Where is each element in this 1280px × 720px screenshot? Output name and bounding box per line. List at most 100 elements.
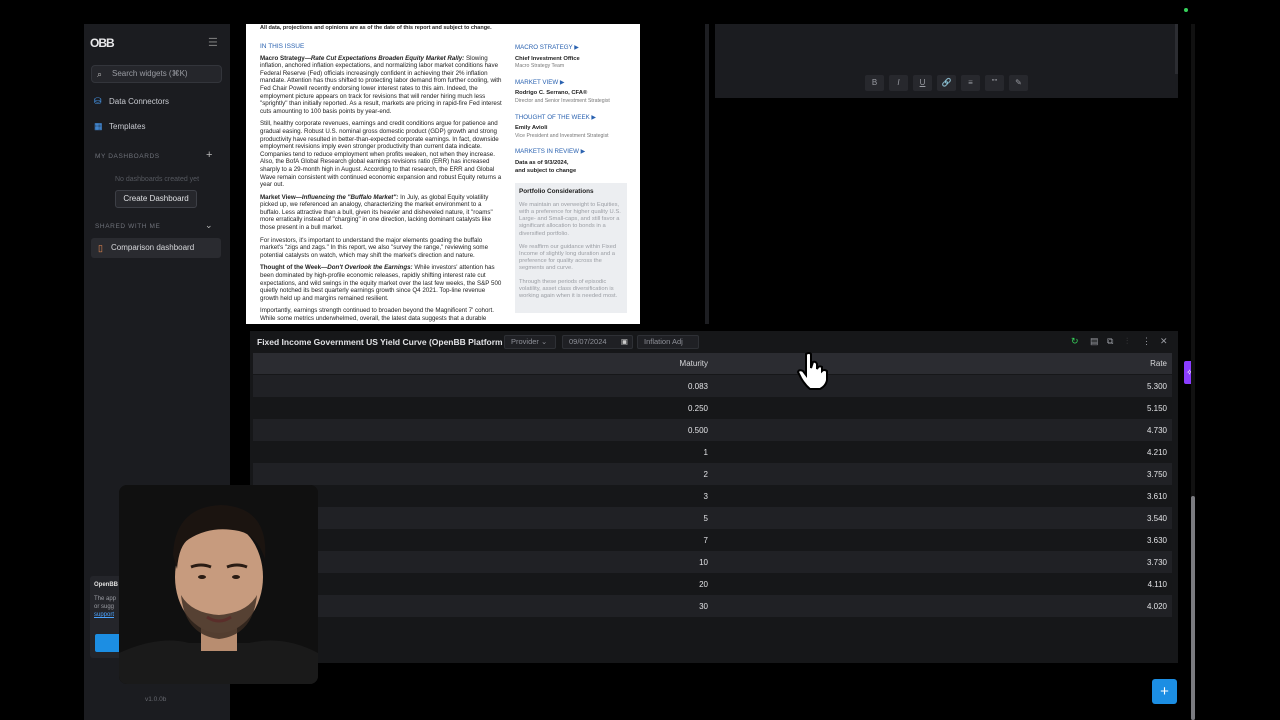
bold-button[interactable]: B bbox=[865, 75, 884, 91]
add-widget-button[interactable]: + bbox=[1152, 679, 1177, 704]
notice-text: The app or sugg bbox=[94, 596, 117, 610]
person-in-webcam bbox=[119, 485, 318, 684]
support-link[interactable]: support bbox=[94, 612, 114, 618]
openbb-logo[interactable]: OBB bbox=[90, 36, 115, 50]
close-icon[interactable]: ✕ bbox=[1160, 336, 1168, 347]
copy-icon[interactable]: ⧉ bbox=[1107, 336, 1113, 347]
rate-cell: 4.110 bbox=[1147, 580, 1167, 589]
provider-select[interactable]: Provider ⌄ bbox=[504, 335, 556, 349]
table-row[interactable]: 7 3.630 bbox=[253, 529, 1172, 551]
templates-icon: ▦ bbox=[94, 121, 103, 131]
nav-data-connectors[interactable]: ⛁ Data Connectors bbox=[94, 94, 169, 108]
maturity-cell: 0.250 bbox=[687, 404, 708, 413]
author-role: Vice President and Investment Strategist bbox=[515, 132, 609, 139]
more-icon[interactable]: ⋮ bbox=[1142, 336, 1151, 347]
rate-cell: 3.630 bbox=[1146, 536, 1167, 545]
author-name: Emily Avioli bbox=[515, 125, 548, 132]
notice-title: OpenBB bbox=[94, 582, 118, 588]
section-link[interactable]: THOUGHT OF THE WEEK ▶ bbox=[515, 114, 627, 122]
rate-cell: 4.210 bbox=[1146, 448, 1167, 457]
italic-button[interactable]: I bbox=[889, 75, 908, 91]
report-paragraph: For investors, it's important to underst… bbox=[260, 236, 489, 259]
search-widgets-input[interactable]: ⌕ Search widgets (⌘K) bbox=[91, 65, 222, 83]
yield-curve-widget: Fixed Income Government US Yield Curve (… bbox=[250, 331, 1178, 663]
shared-with-me-heading: SHARED WITH ME bbox=[95, 223, 161, 230]
create-dashboard-button[interactable]: Create Dashboard bbox=[115, 190, 197, 208]
page-scrollbar-thumb[interactable] bbox=[1191, 496, 1195, 720]
page-scrollbar[interactable] bbox=[1191, 24, 1195, 720]
report-paragraph: Thought of the Week—Don't Overlook the E… bbox=[260, 264, 502, 302]
rate-cell: 5.300 bbox=[1146, 382, 1167, 391]
author-name: Chief Investment Office bbox=[515, 55, 580, 62]
maturity-cell: 0.083 bbox=[687, 382, 708, 391]
rate-cell: 3.750 bbox=[1146, 470, 1167, 479]
section-link[interactable]: MARKETS IN REVIEW ▶ bbox=[515, 148, 627, 156]
maturity-cell: 5 bbox=[703, 514, 708, 523]
data-as-of: Data as of 9/3/2024, and subject to chang… bbox=[515, 159, 577, 174]
portfolio-considerations: Portfolio Considerations We maintain an … bbox=[515, 183, 627, 314]
status-dot bbox=[1184, 8, 1188, 12]
link-icon[interactable]: 🔗 bbox=[937, 75, 956, 91]
section-link[interactable]: MARKET VIEW ▶ bbox=[515, 79, 627, 87]
table-row[interactable]: 10 3.730 bbox=[253, 551, 1172, 573]
maturity-cell: 1 bbox=[703, 448, 708, 457]
disclaimer: All data, projections and opinions are a… bbox=[260, 25, 492, 31]
portfolio-point: We maintain an overweight to Equities, w… bbox=[519, 201, 621, 237]
nav-label: Data Connectors bbox=[109, 97, 170, 106]
author-role: Director and Senior Investment Strategis… bbox=[515, 97, 610, 104]
dashboard-item-comparison[interactable]: ▯ Comparison dashboard bbox=[91, 238, 221, 258]
column-header-maturity[interactable]: Maturity bbox=[680, 359, 708, 368]
section-link[interactable]: MACRO STRATEGY ▶ bbox=[515, 44, 627, 52]
nav-templates[interactable]: ▦ Templates bbox=[94, 119, 145, 133]
table-row[interactable]: 0.500 4.730 bbox=[253, 419, 1172, 441]
table-row[interactable]: 20 4.110 bbox=[253, 573, 1172, 595]
table-row[interactable]: 0.083 5.300 bbox=[253, 375, 1172, 397]
maturity-cell: 0.500 bbox=[687, 426, 708, 435]
report-main-column: IN THIS ISSUE Macro Strategy—Rate Cut Ex… bbox=[260, 43, 502, 324]
table-row[interactable]: 0.250 5.150 bbox=[253, 397, 1172, 419]
rate-cell: 4.020 bbox=[1146, 602, 1167, 611]
rate-cell: 3.730 bbox=[1146, 558, 1167, 567]
report-document: All data, projections and opinions are a… bbox=[246, 24, 640, 324]
underline-button[interactable]: U bbox=[913, 75, 932, 91]
rate-cell: 5.150 bbox=[1146, 404, 1167, 413]
chart-icon[interactable]: ⫶ bbox=[1126, 336, 1128, 347]
chevron-down-icon[interactable]: ⌄ bbox=[205, 220, 213, 231]
date-input[interactable]: 09/07/2024 ▣ bbox=[562, 335, 633, 349]
column-header-rate[interactable]: Rate bbox=[1150, 359, 1167, 368]
webcam-overlay bbox=[119, 485, 318, 684]
pen-icon[interactable]: ✎ bbox=[1009, 75, 1028, 91]
editor-scrollbar[interactable] bbox=[1175, 24, 1178, 74]
maturity-cell: 3 bbox=[703, 492, 708, 501]
search-icon: ⌕ bbox=[97, 69, 103, 79]
rate-cell: 3.540 bbox=[1146, 514, 1167, 523]
in-this-issue-heading: IN THIS ISSUE bbox=[260, 43, 305, 50]
report-paragraph: Still, healthy corporate revenues, earni… bbox=[260, 120, 502, 189]
author-name: Rodrigo C. Serrano, CFA® bbox=[515, 90, 588, 97]
rate-cell: 3.610 bbox=[1146, 492, 1167, 501]
add-dashboard-icon[interactable]: + bbox=[206, 149, 212, 161]
quote-icon[interactable]: "" bbox=[985, 75, 1004, 91]
data-connectors-icon: ⛁ bbox=[94, 96, 102, 106]
empty-dashboards-text: No dashboards created yet bbox=[114, 176, 200, 183]
rate-cell: 4.730 bbox=[1146, 426, 1167, 435]
menu-icon[interactable]: ☰ bbox=[208, 36, 218, 49]
table-row[interactable]: 1 4.210 bbox=[253, 441, 1172, 463]
text-editor-widget[interactable]: B I U 🔗 ≡ "" ✎ bbox=[715, 24, 1178, 98]
hand-cursor-icon bbox=[796, 352, 828, 390]
nav-label: Templates bbox=[109, 122, 146, 131]
chat-icon[interactable]: ▤ bbox=[1090, 336, 1099, 347]
report-paragraph: Macro Strategy—Rate Cut Expectations Bro… bbox=[260, 54, 502, 115]
portfolio-title: Portfolio Considerations bbox=[519, 188, 594, 196]
search-placeholder: Search widgets (⌘K) bbox=[112, 69, 188, 78]
table-row[interactable]: 2 3.750 bbox=[253, 463, 1172, 485]
list-icon[interactable]: ≡ bbox=[961, 75, 980, 91]
document-scrollbar[interactable] bbox=[705, 24, 709, 324]
table-row[interactable]: 30 4.020 bbox=[253, 595, 1172, 617]
table-row[interactable]: 3 3.610 bbox=[253, 485, 1172, 507]
inflation-adj-toggle[interactable]: Inflation Adj bbox=[637, 335, 699, 349]
refresh-icon[interactable]: ↻ bbox=[1071, 336, 1079, 347]
table-row[interactable]: 5 3.540 bbox=[253, 507, 1172, 529]
dashboard-label: Comparison dashboard bbox=[111, 243, 195, 252]
table-header: Maturity Rate bbox=[253, 353, 1172, 374]
